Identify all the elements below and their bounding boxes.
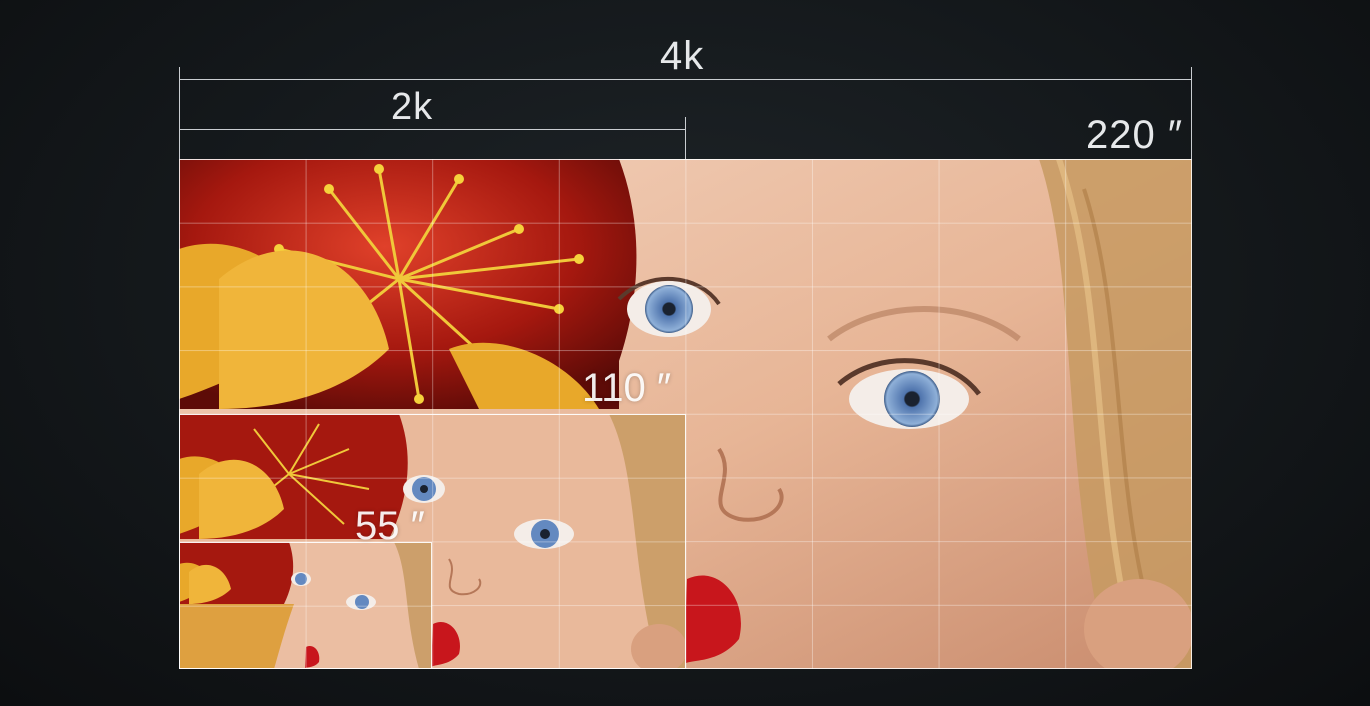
2k-dimension-line	[179, 129, 686, 130]
size-220-label: 220 ″	[1086, 113, 1184, 157]
4k-dimension-tick-right	[1191, 67, 1192, 160]
4k-dimension-line	[179, 79, 1192, 80]
portrait-small-image	[179, 542, 432, 669]
portrait-small-svg	[179, 542, 432, 669]
size-55-label: 55 ″	[355, 504, 425, 548]
2k-dimension-tick-right	[685, 117, 686, 160]
4k-dimension-tick-left	[179, 67, 180, 160]
2k-label: 2k	[391, 86, 434, 128]
comparison-image-panel: 110 ″ 55 ″	[179, 159, 1192, 669]
4k-label: 4k	[660, 34, 705, 78]
size-110-label: 110 ″	[582, 366, 672, 410]
